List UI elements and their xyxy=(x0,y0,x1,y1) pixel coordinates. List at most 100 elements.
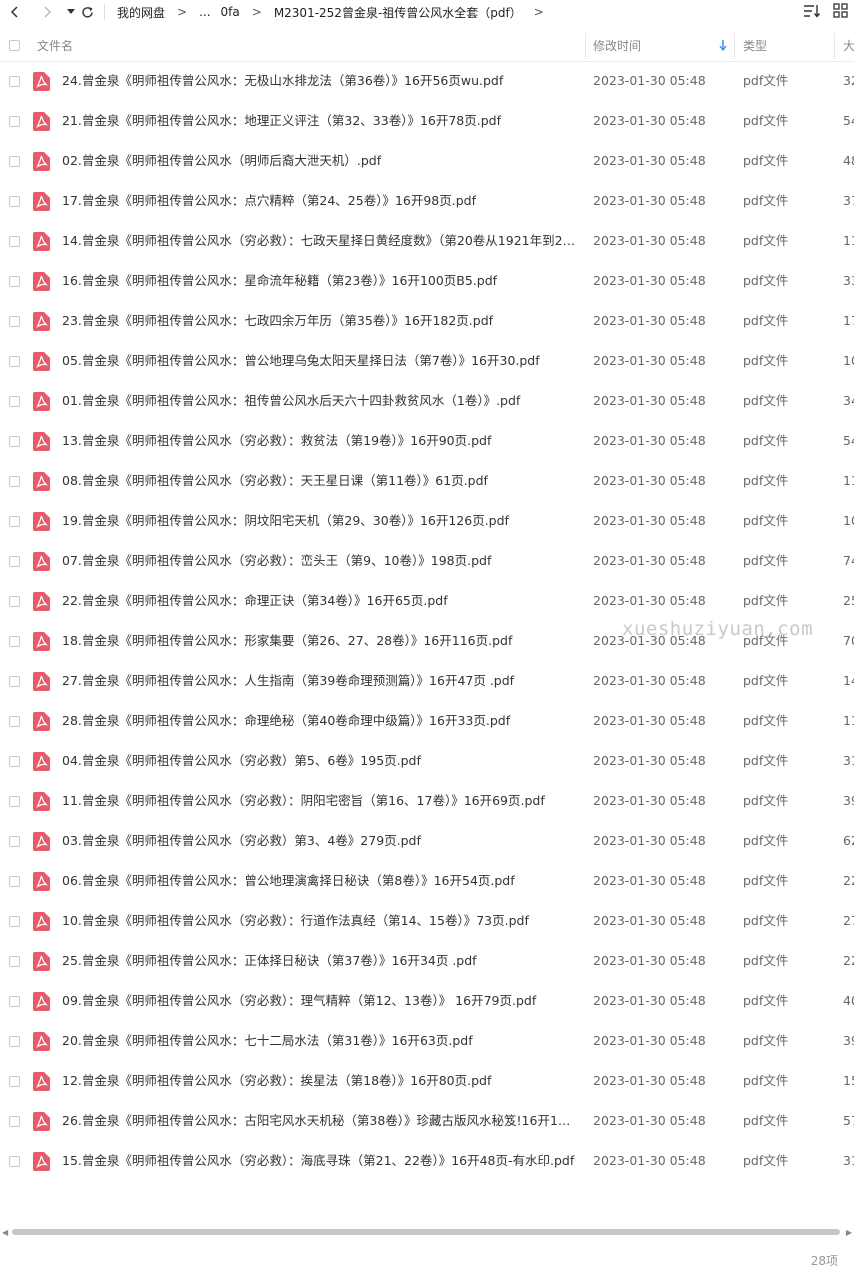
file-name[interactable]: 08.曾金泉《明师祖传曾公风水（穷必救）：天王星日课（第11卷）》61页.pdf xyxy=(62,461,578,501)
column-divider[interactable] xyxy=(734,33,735,59)
horizontal-scrollbar[interactable]: ◀ ▶ xyxy=(0,1226,854,1238)
file-name[interactable]: 24.曾金泉《明师祖传曾公风水：无极山水排龙法（第36卷）》16开56页wu.p… xyxy=(62,61,578,101)
row-checkbox[interactable] xyxy=(9,196,20,207)
row-checkbox[interactable] xyxy=(9,716,20,727)
file-row[interactable]: 26.曾金泉《明师祖传曾公风水：古阳宅风水天机秘（第38卷）》珍藏古版风水秘笈!… xyxy=(0,1101,854,1141)
file-name[interactable]: 22.曾金泉《明师祖传曾公风水：命理正诀（第34卷）》16开65页.pdf xyxy=(62,581,578,621)
forward-arrow-icon[interactable] xyxy=(34,0,60,24)
file-name[interactable]: 07.曾金泉《明师祖传曾公风水（穷必救）：峦头王（第9、10卷）》198页.pd… xyxy=(62,541,578,581)
file-row[interactable]: 22.曾金泉《明师祖传曾公风水：命理正诀（第34卷）》16开65页.pdf 202… xyxy=(0,581,854,621)
row-checkbox[interactable] xyxy=(9,236,20,247)
file-name[interactable]: 23.曾金泉《明师祖传曾公风水：七政四余万年历（第35卷）》16开182页.pd… xyxy=(62,301,578,341)
row-checkbox[interactable] xyxy=(9,76,20,87)
row-checkbox[interactable] xyxy=(9,436,20,447)
file-name[interactable]: 03.曾金泉《明师祖传曾公风水（穷必救）第3、4卷》279页.pdf xyxy=(62,821,578,861)
row-checkbox[interactable] xyxy=(9,676,20,687)
file-row[interactable]: 17.曾金泉《明师祖传曾公风水：点穴精粹（第24、25卷）》16开98页.pdf… xyxy=(0,181,854,221)
scroll-right-icon[interactable]: ▶ xyxy=(846,1228,852,1237)
file-row[interactable]: 07.曾金泉《明师祖传曾公风水（穷必救）：峦头王（第9、10卷）》198页.pd… xyxy=(0,541,854,581)
file-name[interactable]: 11.曾金泉《明师祖传曾公风水（穷必救）：阴阳宅密旨（第16、17卷）》16开6… xyxy=(62,781,578,821)
file-row[interactable]: 03.曾金泉《明师祖传曾公风水（穷必救）第3、4卷》279页.pdf 2023-0… xyxy=(0,821,854,861)
file-name[interactable]: 06.曾金泉《明师祖传曾公风水：曾公地理演禽择日秘诀（第8卷）》16开54页.p… xyxy=(62,861,578,901)
file-name[interactable]: 02.曾金泉《明师祖传曾公风水（明师后裔大泄天机）.pdf xyxy=(62,141,578,181)
row-checkbox[interactable] xyxy=(9,1076,20,1087)
file-row[interactable]: 23.曾金泉《明师祖传曾公风水：七政四余万年历（第35卷）》16开182页.pd… xyxy=(0,301,854,341)
back-arrow-icon[interactable] xyxy=(2,0,28,24)
row-checkbox[interactable] xyxy=(9,596,20,607)
row-checkbox[interactable] xyxy=(9,316,20,327)
row-checkbox[interactable] xyxy=(9,876,20,887)
breadcrumb-item[interactable]: 我的网盘 xyxy=(117,4,165,21)
file-name[interactable]: 04.曾金泉《明师祖传曾公风水（穷必救）第5、6卷》195页.pdf xyxy=(62,741,578,781)
row-checkbox[interactable] xyxy=(9,1156,20,1167)
file-name[interactable]: 21.曾金泉《明师祖传曾公风水：地理正义评注（第32、33卷）》16开78页.p… xyxy=(62,101,578,141)
file-row[interactable]: 02.曾金泉《明师祖传曾公风水（明师后裔大泄天机）.pdf 2023-01-30 … xyxy=(0,141,854,181)
row-checkbox[interactable] xyxy=(9,356,20,367)
breadcrumb-item[interactable]: 0fa xyxy=(221,5,240,19)
row-checkbox[interactable] xyxy=(9,756,20,767)
file-name[interactable]: 16.曾金泉《明师祖传曾公风水：星命流年秘籍（第23卷）》16开100页B5.p… xyxy=(62,261,578,301)
row-checkbox[interactable] xyxy=(9,836,20,847)
file-name[interactable]: 13.曾金泉《明师祖传曾公风水（穷必救）：救贫法（第19卷）》16开90页.pd… xyxy=(62,421,578,461)
row-checkbox[interactable] xyxy=(9,556,20,567)
column-divider[interactable] xyxy=(834,33,835,59)
row-checkbox[interactable] xyxy=(9,996,20,1007)
row-checkbox[interactable] xyxy=(9,476,20,487)
row-checkbox[interactable] xyxy=(9,276,20,287)
file-row[interactable]: 08.曾金泉《明师祖传曾公风水（穷必救）：天王星日课（第11卷）》61页.pdf… xyxy=(0,461,854,501)
row-checkbox[interactable] xyxy=(9,1116,20,1127)
row-checkbox[interactable] xyxy=(9,1036,20,1047)
file-row[interactable]: 10.曾金泉《明师祖传曾公风水（穷必救）：行道作法真经（第14、15卷）》73页… xyxy=(0,901,854,941)
file-row[interactable]: 19.曾金泉《明师祖传曾公风水：阴坟阳宅天机（第29、30卷）》16开126页.… xyxy=(0,501,854,541)
file-name[interactable]: 09.曾金泉《明师祖传曾公风水（穷必救）：理气精粹（第12、13卷）》 16开7… xyxy=(62,981,578,1021)
dropdown-icon[interactable] xyxy=(64,0,78,24)
column-size[interactable]: 大 xyxy=(843,31,854,61)
file-row[interactable]: 04.曾金泉《明师祖传曾公风水（穷必救）第5、6卷》195页.pdf 2023-0… xyxy=(0,741,854,781)
file-row[interactable]: 21.曾金泉《明师祖传曾公风水：地理正义评注（第32、33卷）》16开78页.p… xyxy=(0,101,854,141)
row-checkbox[interactable] xyxy=(9,516,20,527)
row-checkbox[interactable] xyxy=(9,636,20,647)
file-row[interactable]: 09.曾金泉《明师祖传曾公风水（穷必救）：理气精粹（第12、13卷）》 16开7… xyxy=(0,981,854,1021)
breadcrumb-item[interactable]: ... xyxy=(199,5,210,19)
file-row[interactable]: 14.曾金泉《明师祖传曾公风水（穷必救）：七政天星择日黄经度数》（第20卷从19… xyxy=(0,221,854,261)
file-name[interactable]: 20.曾金泉《明师祖传曾公风水：七十二局水法（第31卷）》16开63页.pdf xyxy=(62,1021,578,1061)
file-name[interactable]: 25.曾金泉《明师祖传曾公风水：正体择日秘诀（第37卷）》16开34页 .pdf xyxy=(62,941,578,981)
file-name[interactable]: 28.曾金泉《明师祖传曾公风水：命理绝秘（第40卷命理中级篇）》16开33页.p… xyxy=(62,701,578,741)
row-checkbox[interactable] xyxy=(9,156,20,167)
scrollbar-thumb[interactable] xyxy=(12,1229,840,1235)
file-row[interactable]: 16.曾金泉《明师祖传曾公风水：星命流年秘籍（第23卷）》16开100页B5.p… xyxy=(0,261,854,301)
file-name[interactable]: 17.曾金泉《明师祖传曾公风水：点穴精粹（第24、25卷）》16开98页.pdf xyxy=(62,181,578,221)
file-row[interactable]: 24.曾金泉《明师祖传曾公风水：无极山水排龙法（第36卷）》16开56页wu.p… xyxy=(0,61,854,101)
file-row[interactable]: 01.曾金泉《明师祖传曾公风水：祖传曾公风水后天六十四卦救贫风水（1卷）》.pd… xyxy=(0,381,854,421)
file-name[interactable]: 12.曾金泉《明师祖传曾公风水（穷必救）：挨星法（第18卷）》16开80页.pd… xyxy=(62,1061,578,1101)
file-row[interactable]: 11.曾金泉《明师祖传曾公风水（穷必救）：阴阳宅密旨（第16、17卷）》16开6… xyxy=(0,781,854,821)
file-row[interactable]: 28.曾金泉《明师祖传曾公风水：命理绝秘（第40卷命理中级篇）》16开33页.p… xyxy=(0,701,854,741)
file-row[interactable]: 13.曾金泉《明师祖传曾公风水（穷必救）：救贫法（第19卷）》16开90页.pd… xyxy=(0,421,854,461)
row-checkbox[interactable] xyxy=(9,116,20,127)
file-row[interactable]: 27.曾金泉《明师祖传曾公风水：人生指南（第39卷命理预测篇）》16开47页 .… xyxy=(0,661,854,701)
row-checkbox[interactable] xyxy=(9,956,20,967)
select-all-checkbox[interactable] xyxy=(9,40,20,51)
row-checkbox[interactable] xyxy=(9,796,20,807)
grid-view-icon[interactable] xyxy=(833,3,848,22)
file-name[interactable]: 19.曾金泉《明师祖传曾公风水：阴坟阳宅天机（第29、30卷）》16开126页.… xyxy=(62,501,578,541)
file-row[interactable]: 12.曾金泉《明师祖传曾公风水（穷必救）：挨星法（第18卷）》16开80页.pd… xyxy=(0,1061,854,1101)
column-name[interactable]: 文件名 xyxy=(37,31,73,61)
column-modified[interactable]: 修改时间 xyxy=(593,31,641,61)
column-divider[interactable] xyxy=(585,33,586,59)
scroll-left-icon[interactable]: ◀ xyxy=(2,1228,8,1237)
file-row[interactable]: 20.曾金泉《明师祖传曾公风水：七十二局水法（第31卷）》16开63页.pdf 2… xyxy=(0,1021,854,1061)
file-name[interactable]: 27.曾金泉《明师祖传曾公风水：人生指南（第39卷命理预测篇）》16开47页 .… xyxy=(62,661,578,701)
column-type[interactable]: 类型 xyxy=(743,31,767,61)
file-name[interactable]: 01.曾金泉《明师祖传曾公风水：祖传曾公风水后天六十四卦救贫风水（1卷）》.pd… xyxy=(62,381,578,421)
file-row[interactable]: 25.曾金泉《明师祖传曾公风水：正体择日秘诀（第37卷）》16开34页 .pdf… xyxy=(0,941,854,981)
file-name[interactable]: 14.曾金泉《明师祖传曾公风水（穷必救）：七政天星择日黄经度数》（第20卷从19… xyxy=(62,221,578,261)
row-checkbox[interactable] xyxy=(9,396,20,407)
breadcrumb-current[interactable]: M2301-252曾金泉-祖传曾公风水全套（pdf） xyxy=(274,4,522,21)
sort-icon[interactable] xyxy=(803,3,821,22)
refresh-icon[interactable] xyxy=(78,0,96,24)
file-name[interactable]: 10.曾金泉《明师祖传曾公风水（穷必救）：行道作法真经（第14、15卷）》73页… xyxy=(62,901,578,941)
row-checkbox[interactable] xyxy=(9,916,20,927)
file-name[interactable]: 18.曾金泉《明师祖传曾公风水：形家集要（第26、27、28卷）》16开116页… xyxy=(62,621,578,661)
file-name[interactable]: 15.曾金泉《明师祖传曾公风水（穷必救）：海底寻珠（第21、22卷）》16开48… xyxy=(62,1141,578,1181)
